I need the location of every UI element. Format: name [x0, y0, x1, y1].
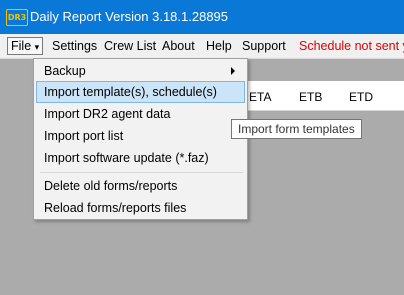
grid-header: ETA ETB ETD	[243, 81, 404, 111]
menu-about[interactable]: About	[159, 38, 198, 54]
menu-item-import-templates[interactable]: Import template(s), schedule(s)	[36, 81, 245, 103]
app-logo-icon: DR3	[6, 9, 28, 26]
menu-item-backup-label: Backup	[44, 64, 86, 78]
menu-file[interactable]: File ▾	[7, 37, 44, 55]
column-header-etb[interactable]: ETB	[299, 90, 322, 104]
menu-help[interactable]: Help	[203, 38, 235, 54]
menu-item-import-port-list[interactable]: Import port list	[36, 125, 245, 147]
menu-support[interactable]: Support	[239, 38, 289, 54]
menu-crew-list[interactable]: Crew List	[101, 38, 159, 54]
menu-item-import-port-list-label: Import port list	[44, 129, 124, 143]
menu-bar: File ▾ Settings Crew List About Help Sup…	[0, 34, 404, 59]
window-title: Daily Report Version 3.18.1.28895	[30, 9, 229, 24]
menu-file-label: File	[11, 39, 32, 53]
schedule-status-text: Schedule not sent ye	[299, 39, 404, 53]
chevron-down-icon: ▾	[34, 42, 40, 52]
menu-item-delete-old[interactable]: Delete old forms/reports	[36, 175, 245, 197]
menu-item-backup[interactable]: Backup	[36, 60, 245, 82]
menu-item-reload-label: Reload forms/reports files	[44, 201, 187, 215]
column-header-etd[interactable]: ETD	[349, 90, 373, 104]
menu-item-import-dr2[interactable]: Import DR2 agent data	[36, 103, 245, 125]
menu-item-reload[interactable]: Reload forms/reports files	[36, 197, 245, 219]
title-bar: DR3 Daily Report Version 3.18.1.28895	[0, 0, 404, 34]
menu-item-import-software-update-label: Import software update (*.faz)	[44, 151, 209, 165]
menu-separator	[40, 172, 243, 173]
submenu-arrow-icon	[231, 67, 235, 75]
menu-item-import-templates-label: Import template(s), schedule(s)	[44, 85, 217, 99]
file-dropdown-menu: Backup Import template(s), schedule(s) I…	[33, 58, 248, 220]
menu-settings[interactable]: Settings	[49, 38, 100, 54]
menu-item-import-dr2-label: Import DR2 agent data	[44, 107, 171, 121]
menu-item-import-software-update[interactable]: Import software update (*.faz)	[36, 147, 245, 169]
tooltip: Import form templates	[231, 119, 362, 139]
menu-item-delete-old-label: Delete old forms/reports	[44, 179, 178, 193]
column-header-eta[interactable]: ETA	[249, 90, 271, 104]
